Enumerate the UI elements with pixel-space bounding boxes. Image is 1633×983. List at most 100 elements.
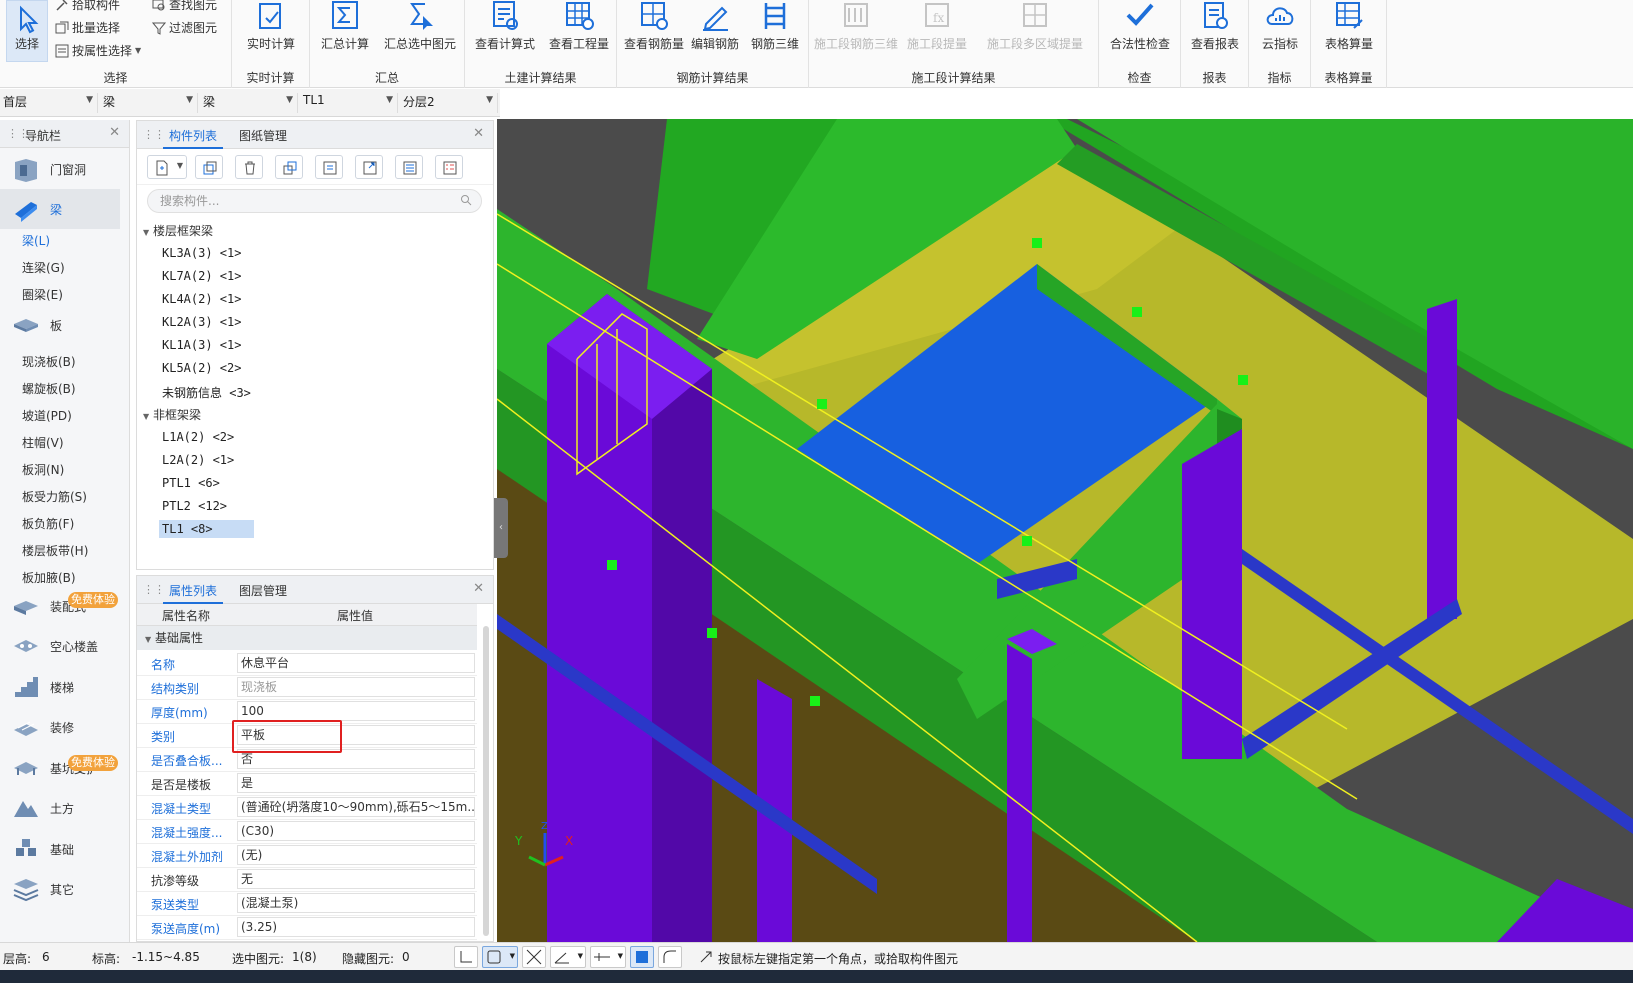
edit-rebar-button[interactable]: 编辑钢筋 — [687, 0, 743, 52]
export-button[interactable] — [355, 155, 383, 179]
property-value-field[interactable]: 现浇板 — [237, 677, 475, 697]
view-rebar-button[interactable]: 查看钢筋量 — [623, 0, 685, 52]
grip-point[interactable] — [1022, 536, 1032, 546]
nav-sub-slab-strip[interactable]: 楼层板带(H) — [22, 542, 88, 559]
filter-button[interactable] — [435, 155, 463, 179]
tree-item[interactable]: KL2A(3) <1> — [159, 313, 244, 331]
close-icon[interactable]: ✕ — [473, 126, 484, 141]
nav-sub-beam-l[interactable]: 梁(L) — [22, 232, 50, 249]
tree-item[interactable]: KL4A(2) <1> — [159, 290, 244, 308]
view-quantity-button[interactable]: 查看工程量 — [543, 0, 615, 52]
component-dropdown[interactable]: TL1 ▼ — [300, 93, 398, 113]
property-value-field[interactable]: 休息平台 — [237, 653, 475, 673]
copy-component-button[interactable] — [195, 155, 223, 179]
tree-item[interactable]: KL5A(2) <2> — [159, 359, 244, 377]
select-button[interactable]: 选择 — [6, 0, 48, 62]
grip-icon[interactable]: ⋮⋮ — [143, 128, 165, 141]
property-value-field[interactable]: 是 — [237, 773, 475, 793]
nav-category-hollow-floor[interactable]: 空心楼盖 — [0, 626, 120, 666]
3d-model-canvas[interactable]: X Y Z — [497, 119, 1633, 942]
grip-icon[interactable]: ⋮⋮ — [143, 583, 165, 596]
tree-group-non-frame-beam[interactable]: ▼ 非框架梁 — [143, 406, 201, 423]
tree-item[interactable]: 未钢筋信息 <3> — [159, 382, 254, 403]
close-icon[interactable]: ✕ — [109, 125, 120, 140]
nav-sub-coupling-beam[interactable]: 连梁(G) — [22, 259, 65, 276]
tab-layer-management[interactable]: 图层管理 — [239, 582, 287, 599]
stage-multi-area-button[interactable]: 施工段多区域提量 — [975, 0, 1095, 52]
property-value-field[interactable]: (无) — [237, 845, 475, 865]
nav-category-stairs[interactable]: 楼梯 — [0, 667, 120, 707]
property-value-field[interactable]: (3.25) — [237, 917, 475, 937]
tree-item[interactable]: PTL1 <6> — [159, 474, 223, 492]
orthogonal-toggle[interactable] — [454, 946, 478, 968]
tree-item[interactable]: L1A(2) <2> — [159, 428, 237, 446]
nav-category-slab[interactable]: 板 — [0, 305, 120, 345]
property-value-field[interactable]: (C30) — [237, 821, 475, 841]
layer-copy-button[interactable] — [275, 155, 303, 179]
property-value-field[interactable]: 100 — [237, 701, 475, 721]
nav-category-foundation[interactable]: 基础 — [0, 829, 120, 869]
view-report-button[interactable]: 查看报表 — [1185, 0, 1245, 52]
tab-property-list[interactable]: 属性列表 — [169, 582, 217, 599]
nav-category-other[interactable]: 其它 — [0, 869, 120, 909]
property-value-field[interactable]: (普通砼(坍落度10～90mm),砾石5～15m... — [237, 797, 475, 817]
view-formula-button[interactable]: 查看计算式 — [469, 0, 541, 52]
arc-toggle[interactable] — [658, 946, 682, 968]
nav-sub-ramp[interactable]: 坡道(PD) — [22, 407, 72, 424]
panel-collapse-handle[interactable]: ‹ — [494, 498, 508, 558]
summary-selected-button[interactable]: 汇总选中图元 — [378, 0, 462, 52]
tab-component-list[interactable]: 构件列表 — [169, 127, 217, 144]
delete-component-button[interactable] — [235, 155, 263, 179]
batch-select-button[interactable]: 批量选择 — [55, 19, 120, 36]
category-dropdown[interactable]: 梁 ▼ — [100, 93, 198, 113]
grip-point[interactable] — [1032, 238, 1042, 248]
cloud-index-button[interactable]: 云指标 — [1253, 0, 1307, 52]
nav-sub-negative-rebar[interactable]: 板负筋(F) — [22, 515, 74, 532]
tree-group-frame-beam[interactable]: ▼ 楼层框架梁 — [143, 222, 213, 239]
type-dropdown[interactable]: 梁 ▼ — [200, 93, 298, 113]
layer-dropdown[interactable]: 分层2 ▼ — [400, 93, 498, 113]
nav-sub-spiral-slab[interactable]: 螺旋板(B) — [22, 380, 76, 397]
property-value-field[interactable]: (混凝土泵) — [237, 893, 475, 913]
table-quantity-button[interactable]: 表格算量 — [1317, 0, 1381, 52]
property-group-basic[interactable]: ▼ 基础属性 — [137, 626, 477, 650]
stage-rebar-3d-button[interactable]: 施工段钢筋三维 — [813, 0, 899, 52]
tree-item[interactable]: KL3A(3) <1> — [159, 244, 244, 262]
grip-point[interactable] — [1132, 307, 1142, 317]
nav-sub-slab-rebar[interactable]: 板受力筋(S) — [22, 488, 87, 505]
properties-scrollbar[interactable] — [483, 626, 489, 936]
dynamic-input-toggle[interactable] — [630, 946, 654, 968]
nav-sub-column-cap[interactable]: 柱帽(V) — [22, 434, 64, 451]
nav-sub-slab-hole[interactable]: 板洞(N) — [22, 461, 64, 478]
nav-sub-cast-slab[interactable]: 现浇板(B) — [22, 353, 76, 370]
realtime-calc-button[interactable]: 实时计算 — [240, 0, 302, 52]
cross-select-toggle[interactable] — [522, 946, 546, 968]
tree-item[interactable]: L2A(2) <1> — [159, 451, 237, 469]
new-component-button[interactable]: ▼ — [147, 155, 187, 179]
sort-button[interactable] — [395, 155, 423, 179]
nav-category-door-window[interactable]: 门窗洞 — [0, 149, 120, 189]
close-icon[interactable]: ✕ — [473, 581, 484, 596]
nav-sub-ring-beam[interactable]: 圈梁(E) — [22, 286, 63, 303]
filter-element-button[interactable]: 过滤图元 — [152, 19, 217, 36]
component-search-input[interactable]: 搜索构件... — [147, 189, 482, 213]
3d-viewport[interactable]: X Y Z — [497, 119, 1633, 942]
tree-item[interactable]: PTL2 <12> — [159, 497, 230, 515]
pick-component-button[interactable]: 拾取构件 — [55, 0, 120, 13]
tree-item[interactable]: KL1A(3) <1> — [159, 336, 244, 354]
floor-dropdown[interactable]: 首层 ▼ — [0, 93, 98, 113]
grip-point[interactable] — [810, 696, 820, 706]
grip-point[interactable] — [817, 399, 827, 409]
property-value-field[interactable]: 无 — [237, 869, 475, 889]
nav-category-beam[interactable]: 梁 — [0, 189, 120, 229]
legality-check-button[interactable]: 合法性检查 — [1105, 0, 1175, 52]
grip-point[interactable] — [1238, 375, 1248, 385]
find-element-button[interactable]: 查找图元 — [152, 0, 217, 13]
tree-item-selected[interactable]: TL1 <8> — [159, 520, 254, 538]
grip-point[interactable] — [707, 628, 717, 638]
nav-sub-slab-haunch[interactable]: 板加腋(B) — [22, 569, 76, 586]
stage-quantity-button[interactable]: fx 施工段提量 — [903, 0, 971, 52]
tree-item[interactable]: KL7A(2) <1> — [159, 267, 244, 285]
tab-drawing-management[interactable]: 图纸管理 — [239, 127, 287, 144]
nav-category-earthwork[interactable]: 土方 — [0, 788, 120, 828]
